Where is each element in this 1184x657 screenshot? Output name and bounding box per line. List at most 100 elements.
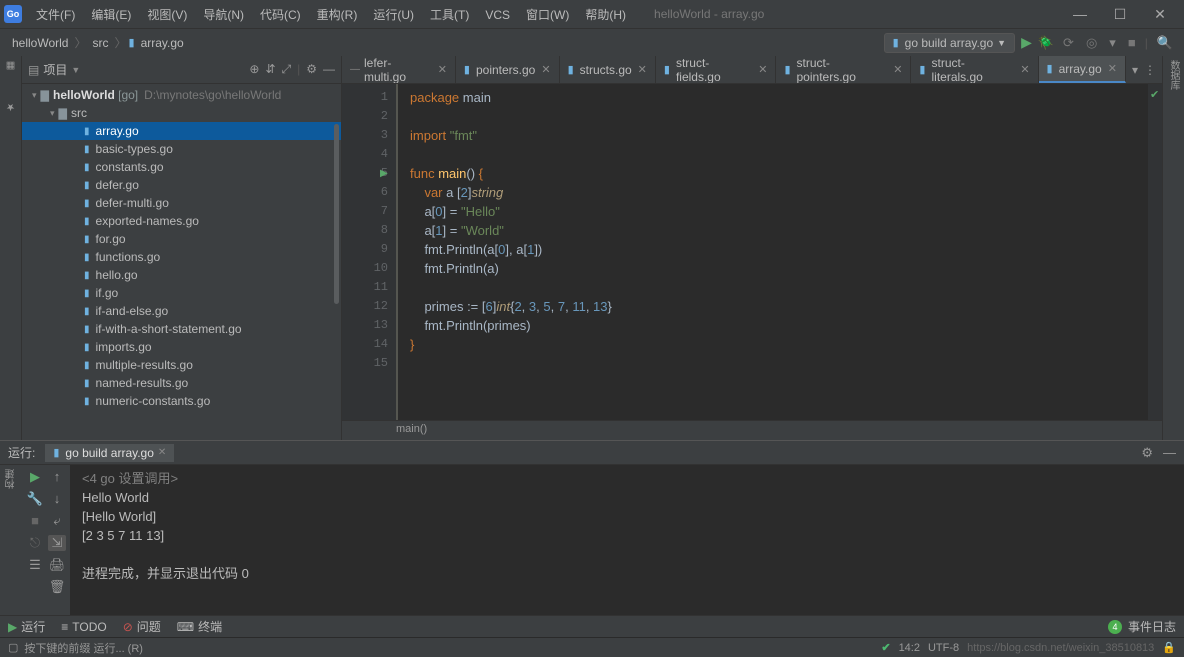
close-icon[interactable]: ✕: [1020, 63, 1029, 76]
menu-文件(F)[interactable]: 文件(F): [28, 8, 83, 22]
menu-重构(R)[interactable]: 重构(R): [309, 8, 366, 22]
editor-tab[interactable]: ▮struct-fields.go✕: [656, 56, 777, 83]
profile-button[interactable]: ◎: [1083, 35, 1100, 51]
editor-tab[interactable]: ▮struct-pointers.go✕: [776, 56, 911, 83]
more-tabs-icon[interactable]: ⋮: [1144, 63, 1156, 77]
menu-窗口(W)[interactable]: 窗口(W): [518, 8, 577, 22]
minimize-button[interactable]: —: [1060, 6, 1100, 23]
event-log-button[interactable]: 事件日志: [1128, 618, 1176, 635]
terminal-tool-button[interactable]: ⌨终端: [177, 618, 222, 635]
close-icon[interactable]: ✕: [893, 63, 902, 76]
stop-button[interactable]: ■: [26, 513, 44, 529]
close-icon[interactable]: ✕: [541, 63, 550, 76]
menu-VCS[interactable]: VCS: [477, 8, 518, 22]
locate-icon[interactable]: ⊕: [249, 62, 259, 77]
print-icon[interactable]: 🖨: [48, 557, 66, 573]
menu-帮助(H)[interactable]: 帮助(H): [577, 8, 634, 22]
line-gutter[interactable]: ▶ 123456789101112131415: [342, 84, 396, 420]
expand-icon[interactable]: ⤢: [282, 62, 292, 77]
chevron-down-icon[interactable]: ▾: [50, 108, 55, 119]
wrench-icon[interactable]: 🔧: [26, 491, 44, 507]
tree-file[interactable]: ▮constants.go: [22, 158, 341, 176]
settings-icon[interactable]: ⚙: [306, 62, 317, 77]
tree-file[interactable]: ▮exported-names.go: [22, 212, 341, 230]
tree-file[interactable]: ▮for.go: [22, 230, 341, 248]
soft-wrap-button[interactable]: ⤶: [48, 513, 66, 529]
editor-tab[interactable]: ▮array.go✕: [1039, 56, 1126, 83]
close-icon[interactable]: ✕: [638, 63, 647, 76]
menu-视图(V)[interactable]: 视图(V): [139, 8, 195, 22]
project-panel-label[interactable]: 项目: [43, 61, 67, 78]
trash-icon[interactable]: 🗑: [48, 579, 66, 595]
scroll-button[interactable]: ⇲: [48, 535, 66, 551]
close-icon[interactable]: ✕: [1108, 62, 1117, 75]
run-gutter-icon[interactable]: ▶: [380, 164, 388, 183]
close-icon[interactable]: ✕: [158, 447, 166, 458]
close-icon[interactable]: ✕: [438, 63, 447, 76]
tree-src-folder[interactable]: ▾ ▇ src: [22, 104, 341, 122]
todo-tool-button[interactable]: ≡TODO: [61, 620, 106, 634]
code-editor[interactable]: package main import "fmt" func main() { …: [396, 84, 1148, 420]
tree-file[interactable]: ▮defer.go: [22, 176, 341, 194]
database-tool-button[interactable]: 数据库: [1166, 60, 1181, 90]
menu-代码(C)[interactable]: 代码(C): [252, 8, 309, 22]
menu-工具(T)[interactable]: 工具(T): [422, 8, 477, 22]
stop-button[interactable]: ▾: [1106, 35, 1119, 51]
down-button[interactable]: ↓: [48, 491, 66, 507]
run-tab[interactable]: ▮ go build array.go ✕: [45, 444, 174, 462]
editor-tab[interactable]: —lefer-multi.go✕: [342, 56, 456, 83]
crumb-project[interactable]: helloWorld: [8, 36, 72, 50]
editor-tab[interactable]: ▮structs.go✕: [560, 56, 656, 83]
lock-icon[interactable]: 🔒: [1162, 641, 1176, 654]
run-config-selector[interactable]: ▮ go build array.go ▼: [884, 33, 1015, 53]
tree-file[interactable]: ▮array.go: [22, 122, 341, 140]
chevron-down-icon[interactable]: ▾: [1132, 63, 1138, 77]
structure-tool-button[interactable]: ▦: [5, 60, 16, 71]
tree-file[interactable]: ▮if-with-a-short-statement.go: [22, 320, 341, 338]
scrollbar-thumb[interactable]: [334, 124, 339, 304]
debug-button[interactable]: 🪲: [1038, 35, 1054, 51]
tree-file[interactable]: ▮if.go: [22, 284, 341, 302]
crumb-file[interactable]: array.go: [137, 36, 188, 50]
project-tree[interactable]: ▾ ▇ helloWorld [go] D:\mynotes\go\helloW…: [22, 84, 341, 440]
maximize-button[interactable]: ☐: [1100, 6, 1140, 23]
tree-project-root[interactable]: ▾ ▇ helloWorld [go] D:\mynotes\go\helloW…: [22, 86, 341, 104]
up-button[interactable]: ↑: [48, 469, 66, 485]
coverage-button[interactable]: ⟳: [1060, 35, 1077, 51]
problems-tool-button[interactable]: ⊘问题: [123, 618, 161, 635]
editor-tab[interactable]: ▮struct-literals.go✕: [911, 56, 1038, 83]
hide-icon[interactable]: —: [323, 62, 335, 77]
menu-导航(N)[interactable]: 导航(N): [195, 8, 252, 22]
hide-icon[interactable]: —: [1163, 445, 1176, 461]
build-tool-button[interactable]: 构建: [4, 469, 19, 489]
close-icon[interactable]: ✕: [758, 63, 767, 76]
tree-file[interactable]: ▮named-results.go: [22, 374, 341, 392]
dropdown-arrow-icon[interactable]: ▼: [71, 65, 80, 75]
run-button[interactable]: ▶: [1021, 34, 1032, 51]
settings-icon[interactable]: ⚙: [1141, 445, 1153, 461]
menu-编辑(E)[interactable]: 编辑(E): [83, 8, 139, 22]
console-output[interactable]: <4 go 设置调用>Hello World[Hello World][2 3 …: [70, 465, 1184, 615]
chevron-down-icon[interactable]: ▾: [32, 90, 37, 101]
rerun-button[interactable]: ▶: [26, 469, 44, 485]
layout-icon[interactable]: ☰: [26, 557, 44, 573]
crumb-folder[interactable]: src: [89, 36, 113, 50]
collapse-icon[interactable]: ⇵: [265, 62, 275, 77]
stop-square-icon[interactable]: ■: [1125, 35, 1139, 50]
tree-file[interactable]: ▮functions.go: [22, 248, 341, 266]
close-button[interactable]: ✕: [1140, 6, 1180, 23]
editor-fn-breadcrumb[interactable]: main(): [342, 420, 1162, 440]
vcs-icon[interactable]: ✔: [881, 641, 890, 654]
tree-file[interactable]: ▮imports.go: [22, 338, 341, 356]
tree-file[interactable]: ▮multiple-results.go: [22, 356, 341, 374]
tree-file[interactable]: ▮defer-multi.go: [22, 194, 341, 212]
tree-file[interactable]: ▮hello.go: [22, 266, 341, 284]
search-button[interactable]: 🔍: [1154, 35, 1176, 51]
encoding[interactable]: UTF-8: [928, 642, 959, 654]
exit-icon[interactable]: ⎋: [26, 535, 44, 551]
editor-tab[interactable]: ▮pointers.go✕: [456, 56, 560, 83]
error-stripe[interactable]: ✔: [1148, 84, 1162, 420]
favorites-tool-button[interactable]: ★: [5, 101, 16, 112]
tree-file[interactable]: ▮basic-types.go: [22, 140, 341, 158]
tree-file[interactable]: ▮if-and-else.go: [22, 302, 341, 320]
